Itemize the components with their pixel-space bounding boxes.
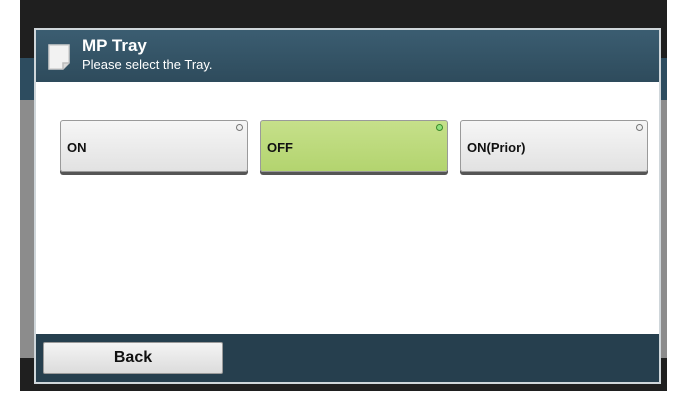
option-label: OFF bbox=[267, 140, 293, 155]
option-on-button[interactable]: ON bbox=[60, 120, 248, 172]
options-area: ON OFF ON(Prior) bbox=[36, 82, 659, 334]
option-label: ON bbox=[67, 140, 87, 155]
indicator-led-icon bbox=[236, 124, 243, 131]
indicator-led-icon bbox=[636, 124, 643, 131]
mp-tray-dialog: MP Tray Please select the Tray. ON OFF O… bbox=[34, 28, 661, 384]
option-on-prior-button[interactable]: ON(Prior) bbox=[460, 120, 648, 172]
dialog-title-bar: MP Tray Please select the Tray. bbox=[36, 30, 659, 82]
document-icon bbox=[48, 44, 70, 70]
dialog-footer: Back bbox=[36, 334, 659, 382]
indicator-led-icon bbox=[436, 124, 443, 131]
back-button[interactable]: Back bbox=[43, 342, 223, 374]
option-off-button[interactable]: OFF bbox=[260, 120, 448, 172]
option-label: ON(Prior) bbox=[467, 140, 526, 155]
dialog-title: MP Tray bbox=[82, 36, 147, 55]
dialog-subtitle: Please select the Tray. bbox=[82, 57, 213, 72]
